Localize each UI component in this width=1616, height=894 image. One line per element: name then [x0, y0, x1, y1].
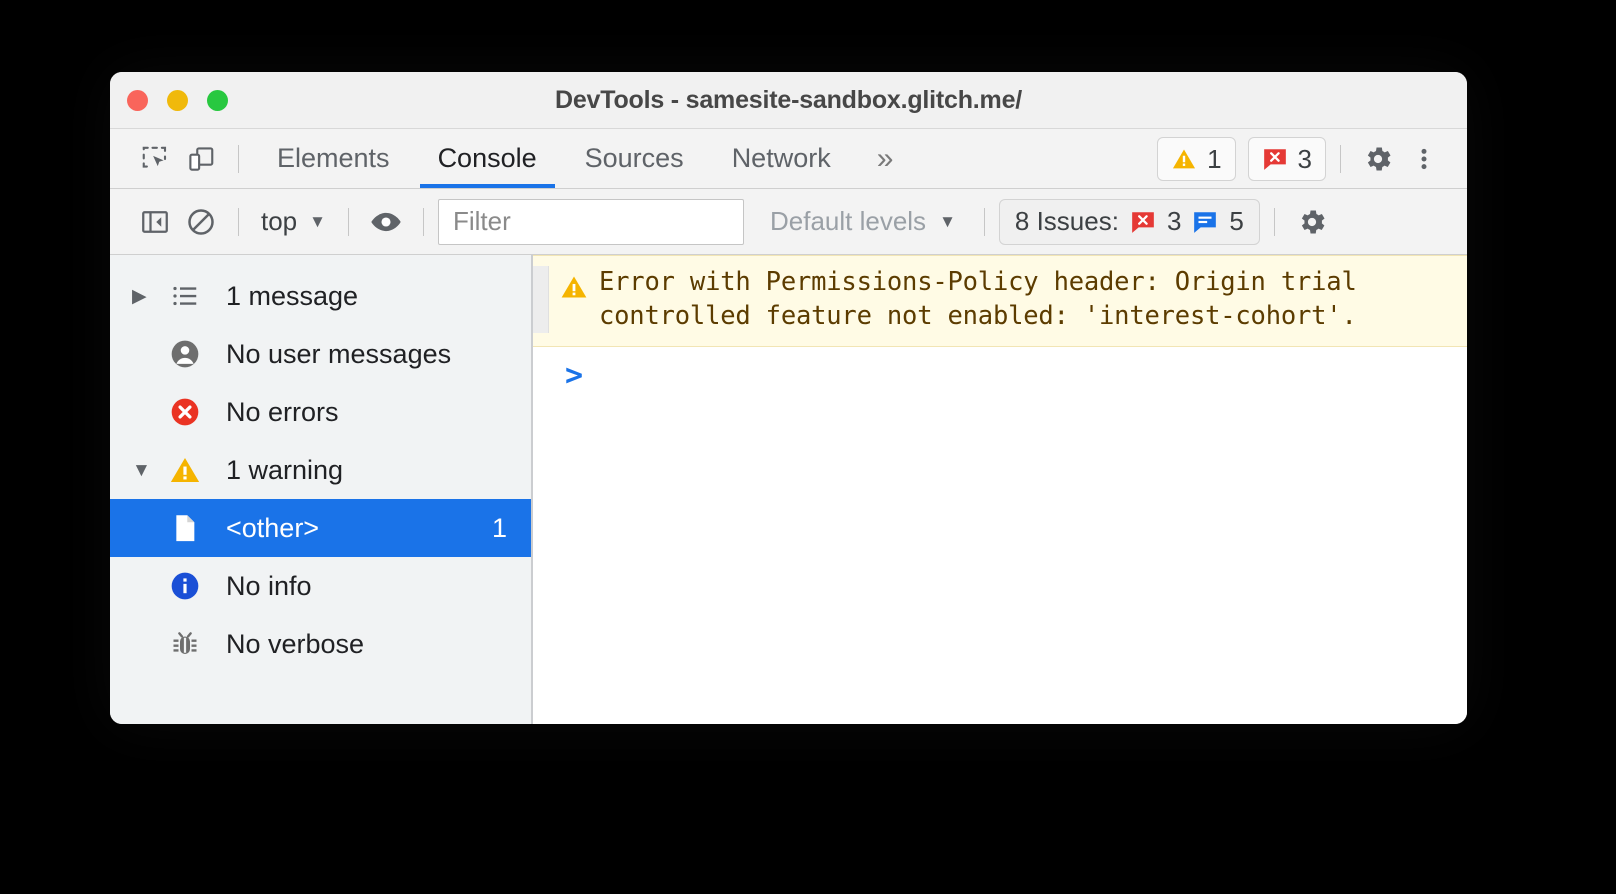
console-prompt-chevron-icon: >: [564, 358, 584, 394]
message-gutter: [533, 266, 549, 334]
tabbar-right-divider: [1340, 144, 1341, 173]
show-console-sidebar-icon[interactable]: [132, 199, 178, 245]
sidebar-item-errors[interactable]: No errors: [110, 383, 531, 441]
screenshot-root: DevTools - samesite-sandbox.glitch.me/ E…: [0, 0, 1616, 894]
sidebar-item-user-messages[interactable]: No user messages: [110, 325, 531, 383]
sidebar-item-warnings[interactable]: ▼ 1 warning: [110, 441, 531, 499]
more-tabs-icon[interactable]: »: [855, 143, 916, 174]
sidebar-item-label: No errors: [226, 396, 339, 427]
console-toolbar-divider-2: [347, 207, 349, 236]
error-speech-bubble-icon: [1263, 148, 1286, 170]
inspect-element-icon[interactable]: [132, 136, 178, 182]
warning-triangle-icon: [549, 266, 599, 333]
sidebar-item-info[interactable]: No info: [110, 557, 531, 615]
maximize-button[interactable]: [207, 89, 228, 111]
sidebar-item-label: No verbose: [226, 628, 365, 659]
execution-context-selector[interactable]: top ▼: [253, 206, 334, 237]
sidebar-item-other[interactable]: <other> 1: [110, 499, 531, 557]
console-output-pane: Error with Permissions-Policy header: Or…: [533, 255, 1467, 724]
bug-icon: [162, 629, 208, 659]
execution-context-value: top: [261, 206, 298, 236]
log-levels-value: Default levels: [769, 206, 927, 236]
gear-icon[interactable]: [1355, 136, 1401, 182]
tab-console[interactable]: Console: [414, 129, 561, 188]
issue-error-icon: [1132, 211, 1154, 233]
sidebar-item-label: 1 message: [226, 280, 359, 311]
window-controls: [127, 89, 228, 111]
issues-pill[interactable]: 8 Issues: 3 5: [998, 198, 1260, 245]
window-title: DevTools - samesite-sandbox.glitch.me/: [554, 85, 1023, 114]
sidebar-item-label: <other>: [226, 512, 320, 543]
sidebar-item-messages[interactable]: ▶ 1 message: [110, 267, 531, 325]
error-count: 3: [1297, 143, 1312, 174]
console-body: ▶ 1 message No user messages No errors ▼…: [110, 255, 1467, 724]
error-circle-icon: [162, 396, 208, 428]
console-toolbar-divider-1: [238, 207, 239, 236]
disclosure-triangle-collapsed-icon[interactable]: ▶: [132, 287, 162, 306]
tab-elements[interactable]: Elements: [253, 129, 414, 188]
issues-error-count: 3: [1166, 206, 1182, 236]
console-prompt-row[interactable]: >: [533, 347, 1467, 391]
user-message-icon: [162, 338, 208, 370]
devtools-window: DevTools - samesite-sandbox.glitch.me/ E…: [110, 72, 1467, 724]
close-button[interactable]: [127, 89, 148, 111]
issue-info-icon: [1194, 211, 1217, 233]
tab-sources[interactable]: Sources: [561, 129, 708, 188]
disclosure-triangle-expanded-icon[interactable]: ▼: [132, 461, 162, 480]
console-message-text: Error with Permissions-Policy header: Or…: [599, 267, 1357, 331]
device-toolbar-icon[interactable]: [178, 136, 224, 182]
filter-input[interactable]: [437, 198, 744, 245]
minimize-button[interactable]: [167, 89, 188, 111]
sidebar-item-label: No info: [226, 570, 312, 601]
tab-network[interactable]: Network: [708, 129, 855, 188]
console-settings-gear-icon[interactable]: [1289, 199, 1335, 245]
console-toolbar-divider-5: [1273, 207, 1275, 236]
info-circle-icon: [162, 570, 208, 602]
issues-label: 8 Issues:: [1014, 206, 1119, 236]
warning-count: 1: [1207, 143, 1222, 174]
eye-icon[interactable]: [363, 199, 409, 245]
file-icon: [162, 512, 208, 544]
console-toolbar-divider-4: [983, 207, 985, 236]
console-sidebar: ▶ 1 message No user messages No errors ▼…: [110, 255, 533, 724]
window-titlebar: DevTools - samesite-sandbox.glitch.me/: [110, 72, 1467, 129]
warning-triangle-icon: [1173, 148, 1196, 168]
console-toolbar: top ▼ Default levels ▼ 8 Issues:: [110, 189, 1467, 255]
log-levels-selector[interactable]: Default levels ▼: [756, 206, 970, 237]
kebab-menu-icon[interactable]: [1401, 136, 1447, 182]
sidebar-item-label: 1 warning: [226, 454, 344, 485]
panel-tabs: Elements Console Sources Network: [253, 129, 855, 188]
message-list-icon: [162, 281, 208, 311]
warning-triangle-icon: [162, 454, 208, 486]
error-count-badge[interactable]: 3: [1247, 136, 1326, 181]
sidebar-item-verbose[interactable]: No verbose: [110, 615, 531, 673]
sidebar-item-count: 1: [491, 512, 507, 543]
clear-console-icon[interactable]: [178, 199, 224, 245]
chevron-down-icon: ▼: [309, 212, 326, 231]
chevron-down-icon: ▼: [939, 212, 956, 231]
warning-count-badge[interactable]: 1: [1157, 136, 1236, 181]
devtools-tabbar: Elements Console Sources Network » 1 3: [110, 129, 1467, 189]
console-message-warning[interactable]: Error with Permissions-Policy header: Or…: [533, 255, 1467, 348]
sidebar-item-label: No user messages: [226, 338, 452, 369]
issues-info-count: 5: [1229, 206, 1244, 236]
toolbar-divider: [238, 144, 239, 173]
console-toolbar-divider-3: [422, 207, 424, 236]
